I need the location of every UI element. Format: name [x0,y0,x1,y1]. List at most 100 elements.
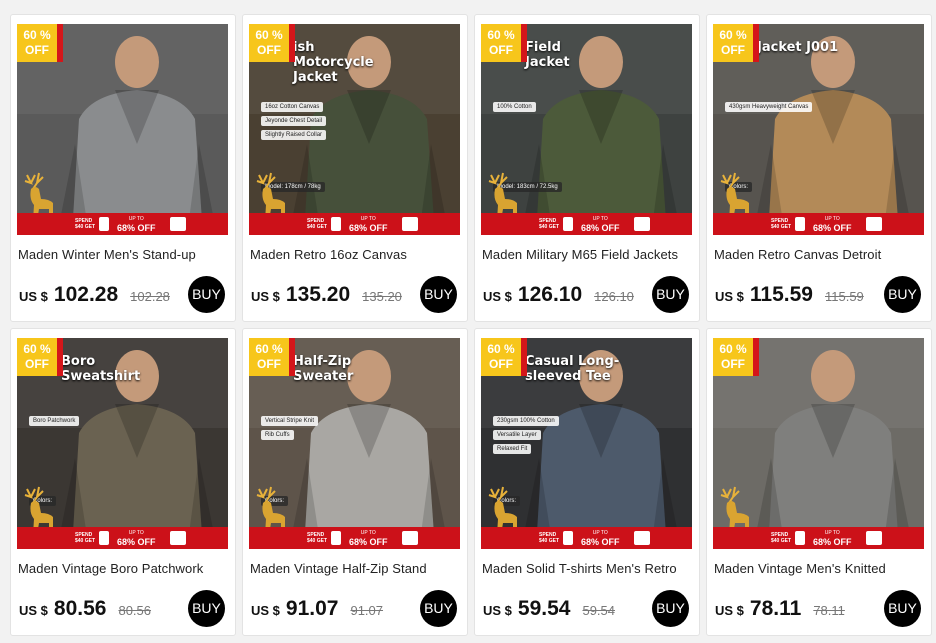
buy-button[interactable]: BUY [188,276,225,313]
buy-button[interactable]: BUY [884,276,921,313]
original-price: 102.28 [130,289,170,304]
badge-ribbon [521,24,527,62]
product-card[interactable]: 60 % OFF SPEND $40 GET UP TO 68% OFF Mad… [706,328,932,636]
currency: US $ [715,289,744,304]
currency: US $ [483,289,512,304]
feature-chip: Slightly Raised Collar [261,130,327,140]
feature-chip: Boro Patchwork [29,416,80,426]
product-card[interactable]: 60 % OFF SPEND $40 GET UP TO 68% OFF Mad… [10,14,236,322]
price-row: US $ 115.59 115.59 [715,283,864,307]
price-row: US $ 80.56 80.56 [19,597,151,621]
gift-icon [401,217,418,231]
buy-button[interactable]: BUY [652,276,689,313]
product-image[interactable]: 60 % OFF SPEND $40 GET UP TO 68% OFF [17,24,228,235]
product-image[interactable]: Jacket J001 430gsm Heavyweight Canvas Col… [713,24,924,235]
price-row: US $ 102.28 102.28 [19,283,170,307]
product-card[interactable]: Field Jacket 100% Cotton Model: 183cm / 7… [474,14,700,322]
product-card[interactable]: Casual Long- sleeved Tee 230gsm 100% Cot… [474,328,700,636]
promo-off-text: 68% OFF [581,537,620,547]
promo-spend-text: SPEND $40 GET [539,218,560,230]
promo-off-text: 68% OFF [813,537,852,547]
sale-price: 102.28 [53,283,119,306]
currency: US $ [715,603,744,618]
feature-chip: Rib Cuffs [261,430,294,440]
currency: US $ [251,603,280,618]
promo-spend-text: SPEND $40 GET [771,532,792,544]
badge-ribbon [753,24,759,62]
product-title[interactable]: Maden Retro 16oz Canvas [250,247,462,262]
promo-spend-text: SPEND $40 GET [771,218,792,230]
sale-price: 80.56 [53,597,107,620]
sale-price: 115.59 [749,283,813,306]
feature-chip: Jeyonde Chest Detail [261,116,327,126]
discount-badge: 60 % OFF [17,338,57,376]
original-price: 115.59 [824,289,864,304]
price-row: US $ 78.11 78.11 [715,597,845,621]
discount-badge: 60 % OFF [481,24,521,62]
badge-ribbon [57,338,63,376]
product-card[interactable]: Jacket J001 430gsm Heavyweight Canvas Col… [706,14,932,322]
buy-button[interactable]: BUY [652,590,689,627]
promo-offer: UP TO 68% OFF [349,529,388,547]
product-card[interactable]: Boro Sweatshirt Boro Patchwork Colors: 60… [10,328,236,636]
sock-icon [331,217,341,231]
promo-banner: SPEND $40 GET UP TO 68% OFF [481,527,692,549]
promo-off-text: 68% OFF [813,223,852,233]
buy-button[interactable]: BUY [420,590,457,627]
badge-ribbon [57,24,63,62]
original-price: 126.10 [594,289,634,304]
product-title[interactable]: Maden Military M65 Field Jackets [482,247,694,262]
product-title[interactable]: Maden Vintage Boro Patchwork [18,561,230,576]
badge-ribbon [289,338,295,376]
product-title[interactable]: Maden Retro Canvas Detroit [714,247,926,262]
discount-badge: 60 % OFF [713,338,753,376]
currency: US $ [251,289,280,304]
product-title[interactable]: Maden Solid T-shirts Men's Retro [482,561,694,576]
product-title[interactable]: Maden Winter Men's Stand-up [18,247,230,262]
promo-off-text: 68% OFF [581,223,620,233]
feature-chip: Relaxed Fit [493,444,532,454]
buy-button[interactable]: BUY [884,590,921,627]
product-title[interactable]: Maden Vintage Half-Zip Stand [250,561,462,576]
promo-banner: SPEND $40 GET UP TO 68% OFF [249,213,460,235]
promo-offer: UP TO 68% OFF [581,529,620,547]
product-image[interactable]: Boro Sweatshirt Boro Patchwork Colors: 60… [17,338,228,549]
feature-chip: 100% Cotton [493,102,536,112]
feature-chip: Versatile Layer [493,430,541,440]
product-image[interactable]: Half-Zip Sweater Vertical Stripe Knit Rib… [249,338,460,549]
sock-icon [331,531,341,545]
product-card[interactable]: Half-Zip Sweater Vertical Stripe Knit Rib… [242,328,468,636]
price-row: US $ 135.20 135.20 [251,283,402,307]
sock-icon [99,531,109,545]
gift-icon [169,531,186,545]
promo-offer: UP TO 68% OFF [813,215,852,233]
discount-badge: 60 % OFF [713,24,753,62]
product-image[interactable]: ish Motorcycle Jacket 16oz Cotton Canvas… [249,24,460,235]
product-card[interactable]: ish Motorcycle Jacket 16oz Cotton Canvas… [242,14,468,322]
price-row: US $ 59.54 59.54 [483,597,615,621]
discount-badge: 60 % OFF [249,24,289,62]
promo-banner: SPEND $40 GET UP TO 68% OFF [249,527,460,549]
sale-price: 126.10 [517,283,583,306]
discount-badge: 60 % OFF [481,338,521,376]
promo-off-text: 68% OFF [117,537,156,547]
image-heading: Casual Long- sleeved Tee [525,354,620,384]
buy-button[interactable]: BUY [188,590,225,627]
promo-spend-text: SPEND $40 GET [75,218,96,230]
gift-icon [401,531,418,545]
price-row: US $ 91.07 91.07 [251,597,383,621]
currency: US $ [19,603,48,618]
feature-chip: 430gsm Heavyweight Canvas [725,102,813,112]
sale-price: 59.54 [517,597,571,620]
price-row: US $ 126.10 126.10 [483,283,634,307]
promo-off-text: 68% OFF [349,537,388,547]
badge-ribbon [289,24,295,62]
product-title[interactable]: Maden Vintage Men's Knitted [714,561,926,576]
buy-button[interactable]: BUY [420,276,457,313]
product-image[interactable]: 60 % OFF SPEND $40 GET UP TO 68% OFF [713,338,924,549]
sock-icon [795,217,805,231]
product-image[interactable]: Casual Long- sleeved Tee 230gsm 100% Cot… [481,338,692,549]
image-heading: Boro Sweatshirt [61,354,141,384]
product-image[interactable]: Field Jacket 100% Cotton Model: 183cm / 7… [481,24,692,235]
gift-icon [633,531,650,545]
